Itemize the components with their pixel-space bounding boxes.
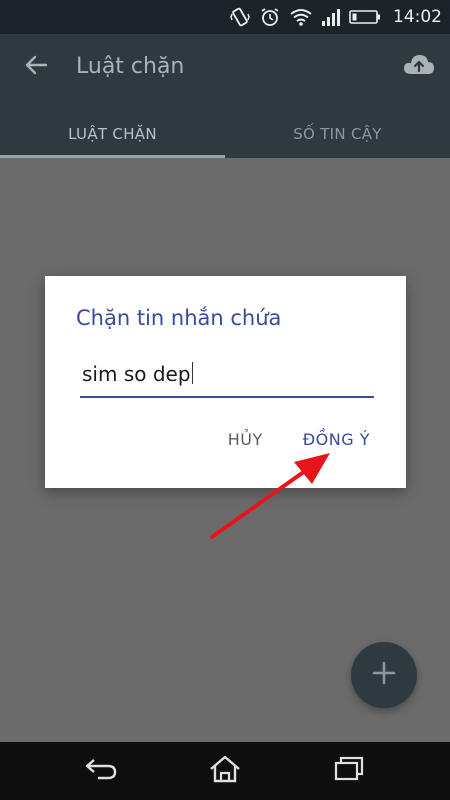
cloud-upload-icon <box>403 53 435 81</box>
home-nav-icon <box>208 754 242 788</box>
upload-button[interactable] <box>402 52 436 82</box>
keyword-input-value: sim so dep <box>82 362 193 386</box>
nav-home-button[interactable] <box>201 752 249 790</box>
ok-button[interactable]: ĐỒNG Ý <box>303 430 370 449</box>
block-message-dialog: Chặn tin nhắn chứa sim so dep HỦY ĐỒNG Ý <box>45 276 406 488</box>
signal-icon <box>321 7 341 27</box>
recents-nav-icon <box>333 755 365 787</box>
status-bar: 14:02 <box>0 0 450 34</box>
tab-trusted-numbers[interactable]: SỐ TIN CẬY <box>225 110 450 158</box>
nav-recents-button[interactable] <box>325 752 373 790</box>
vibrate-icon <box>229 6 251 28</box>
text-caret <box>191 362 193 384</box>
add-rule-fab[interactable] <box>351 642 417 708</box>
battery-icon <box>349 9 381 25</box>
dialog-title: Chặn tin nhắn chứa <box>76 306 282 330</box>
plus-icon <box>371 660 397 690</box>
status-time: 14:02 <box>393 7 442 27</box>
tab-bar: LUẬT CHẶN SỐ TIN CẬY <box>0 110 450 158</box>
back-button[interactable] <box>18 52 54 82</box>
nav-back-button[interactable] <box>77 752 125 790</box>
cancel-button[interactable]: HỦY <box>228 430 263 449</box>
alarm-icon <box>259 6 281 28</box>
navigation-bar <box>0 742 450 800</box>
wifi-icon <box>289 7 313 27</box>
dialog-actions: HỦY ĐỒNG Ý <box>228 430 370 449</box>
page-title: Luật chặn <box>76 54 185 79</box>
arrow-left-icon <box>24 54 48 80</box>
tab-blocking-rules[interactable]: LUẬT CHẶN <box>0 110 225 158</box>
back-nav-icon <box>84 756 118 786</box>
status-icons: 14:02 <box>229 4 442 30</box>
app-bar: Luật chặn LUẬT CHẶN SỐ TIN CẬY <box>0 34 450 158</box>
